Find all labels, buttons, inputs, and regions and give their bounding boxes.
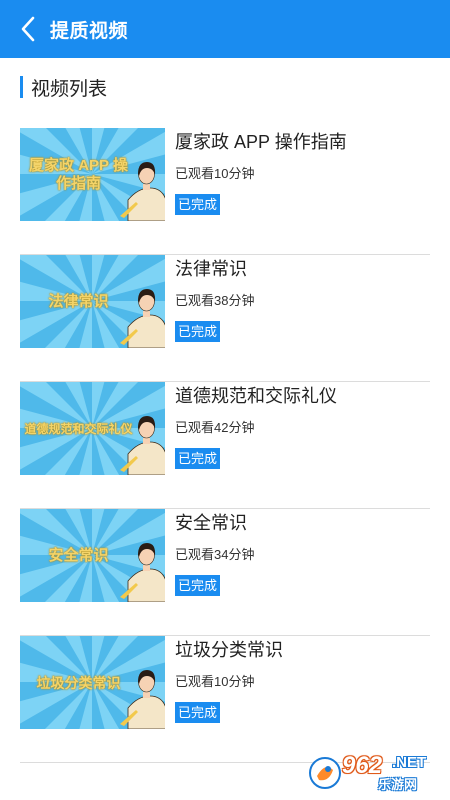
status-badge: 已完成 [175, 702, 221, 723]
status-badge: 已完成 [175, 321, 221, 342]
video-title[interactable]: 法律常识 [175, 257, 430, 281]
video-title[interactable]: 安全常识 [175, 511, 430, 535]
video-item[interactable]: 厦家政 APP 操作指南 厦家政 APP 操作指南 已观看10分钟 已完成 [20, 128, 430, 255]
thumbnail-text: 道德规范和交际礼仪 [24, 422, 133, 436]
chevron-left-icon [21, 16, 35, 42]
site-watermark: 962 .NET 乐游网 [308, 750, 444, 794]
video-list: 厦家政 APP 操作指南 厦家政 APP 操作指南 已观看10分钟 已完成 法律… [20, 128, 430, 763]
thumbnail-text: 安全常识 [48, 547, 109, 564]
page-title: 提质视频 [50, 20, 129, 42]
video-title[interactable]: 垃圾分类常识 [175, 638, 430, 662]
thumbnail-text: 厦家政 APP 操作指南 [29, 157, 128, 192]
video-thumbnail[interactable]: 道德规范和交际礼仪 [20, 382, 165, 475]
watched-duration: 已观看10分钟 [175, 166, 255, 181]
section-header: 视频列表 [20, 76, 108, 100]
watched-duration: 已观看42分钟 [175, 420, 255, 435]
video-title[interactable]: 厦家政 APP 操作指南 [175, 130, 430, 154]
section-accent-bar [20, 76, 23, 98]
app-header: 提质视频 [0, 0, 450, 58]
watermark-logo-icon [309, 757, 341, 789]
watched-duration: 已观看34分钟 [175, 547, 255, 562]
watched-duration: 已观看10分钟 [175, 674, 255, 689]
thumbnail-text: 法律常识 [48, 293, 109, 310]
video-item[interactable]: 垃圾分类常识 垃圾分类常识 已观看10分钟 已完成 [20, 636, 430, 763]
video-item[interactable]: 安全常识 安全常识 已观看34分钟 已完成 [20, 509, 430, 636]
section-title: 视频列表 [31, 78, 108, 100]
video-item[interactable]: 法律常识 法律常识 已观看38分钟 已完成 [20, 255, 430, 382]
video-thumbnail[interactable]: 垃圾分类常识 [20, 636, 165, 729]
watched-duration: 已观看38分钟 [175, 293, 255, 308]
status-badge: 已完成 [175, 448, 221, 469]
watermark-caption: 乐游网 [378, 777, 418, 792]
thumbnail-text: 垃圾分类常识 [36, 675, 121, 691]
video-thumbnail[interactable]: 厦家政 APP 操作指南 [20, 128, 165, 221]
video-item[interactable]: 道德规范和交际礼仪 道德规范和交际礼仪 已观看42分钟 已完成 [20, 382, 430, 509]
video-title[interactable]: 道德规范和交际礼仪 [175, 384, 430, 408]
back-button[interactable] [6, 0, 50, 58]
watermark-number: 962 [342, 752, 383, 779]
watermark-domain: .NET [392, 754, 427, 771]
status-badge: 已完成 [175, 575, 221, 596]
video-thumbnail[interactable]: 安全常识 [20, 509, 165, 602]
status-badge: 已完成 [175, 194, 221, 215]
video-thumbnail[interactable]: 法律常识 [20, 255, 165, 348]
